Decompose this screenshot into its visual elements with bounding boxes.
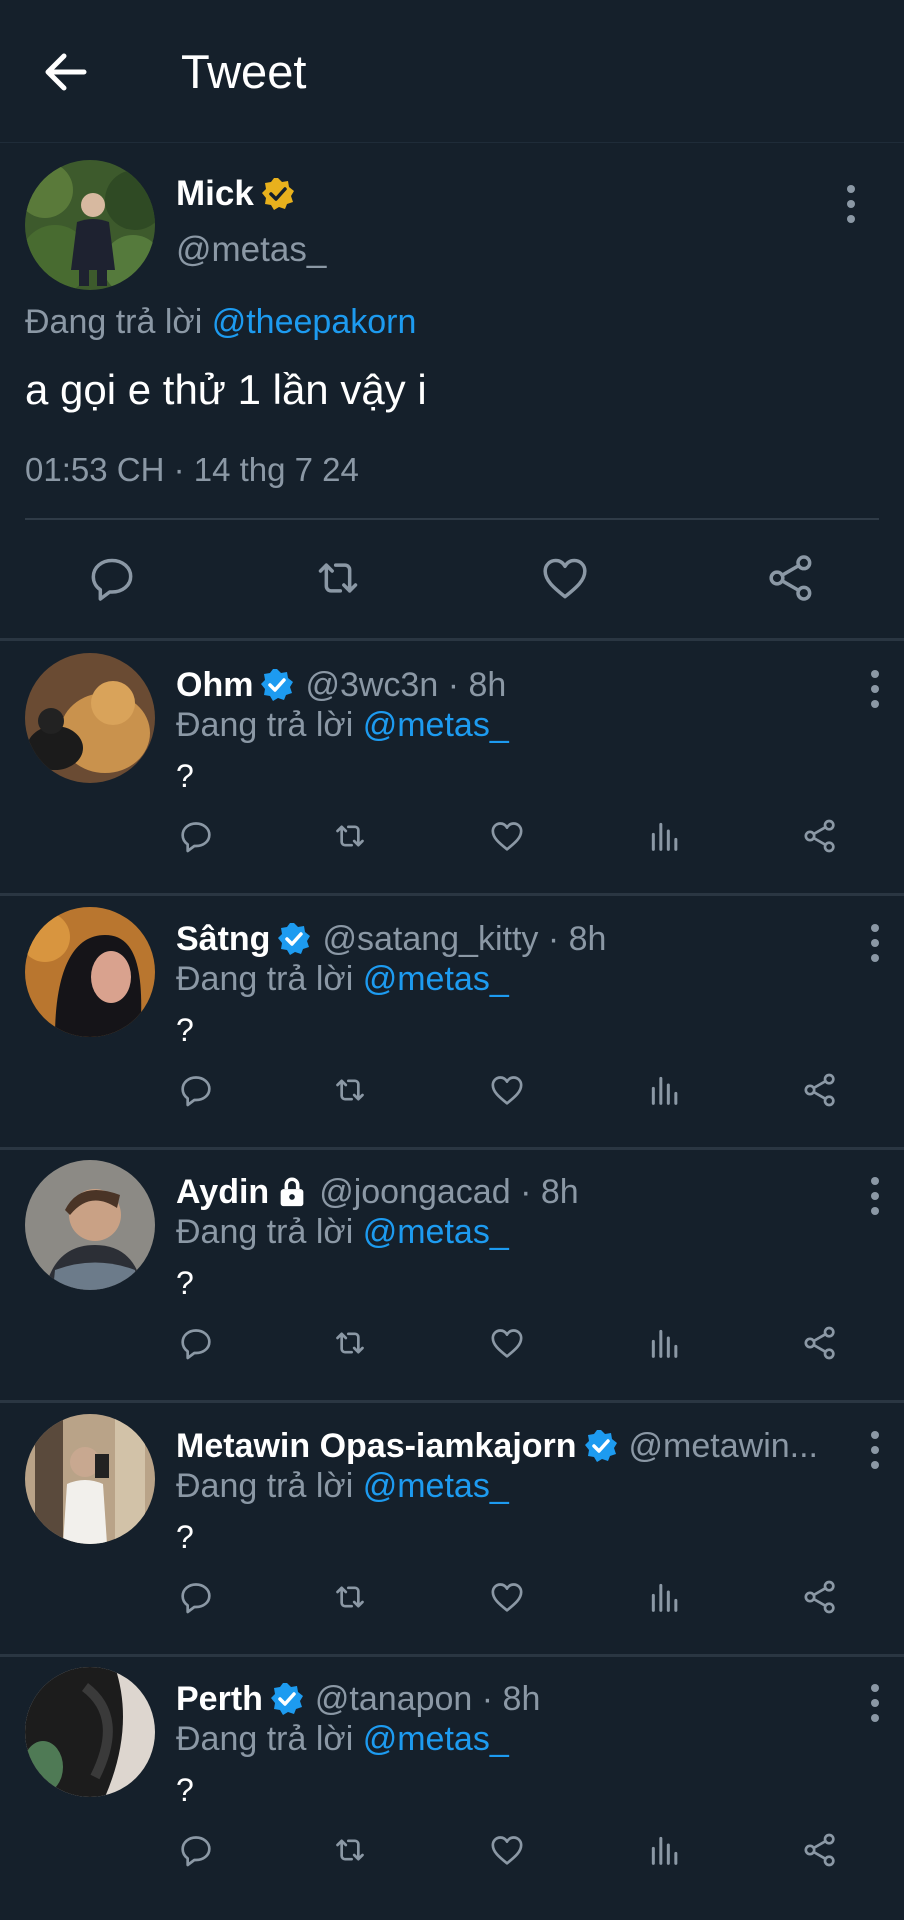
replying-to-line: Đang trả lời @metas_	[176, 1464, 509, 1508]
blue-verified-badge-icon	[259, 667, 295, 703]
like-heart-icon[interactable]	[487, 816, 527, 856]
handle-and-time: @3wc3n · 8h	[305, 666, 507, 704]
blue-verified-badge-icon	[276, 921, 312, 957]
reply-tweet[interactable]: Ohm @3wc3n · 8h Đang trả lời @metas_ ?	[0, 641, 904, 894]
reply-header: Aydin @joongacad · 8h	[176, 1170, 836, 1214]
back-arrow-icon[interactable]	[40, 42, 100, 102]
avatar[interactable]	[25, 160, 155, 290]
share-icon[interactable]	[800, 1577, 840, 1617]
top-app-bar: Tweet	[0, 0, 904, 143]
retweet-icon[interactable]	[330, 1070, 370, 1110]
more-options-icon[interactable]	[860, 1683, 890, 1723]
views-chart-icon[interactable]	[645, 1323, 685, 1363]
avatar[interactable]	[25, 1160, 155, 1290]
page-title: Tweet	[181, 45, 307, 98]
replying-to-line: Đang trả lời @metas_	[176, 703, 509, 747]
reply-tweet[interactable]: Perth @tanapon · 8h Đang trả lời @metas_…	[0, 1655, 904, 1908]
more-options-icon[interactable]	[860, 669, 890, 709]
tweet-timestamp[interactable]: 01:53 CH · 14 thg 7 24	[25, 448, 359, 492]
reply-text: ?	[176, 1265, 194, 1301]
retweet-icon[interactable]	[330, 1323, 370, 1363]
replying-to-line: Đang trả lời @metas_	[176, 1717, 509, 1761]
like-heart-icon[interactable]	[537, 550, 593, 606]
share-icon[interactable]	[800, 816, 840, 856]
reply-text: ?	[176, 1012, 194, 1048]
author-name[interactable]: Ohm	[176, 663, 253, 707]
replying-prefix: Đang trả lời	[176, 1467, 354, 1505]
reply-text: ?	[176, 1519, 194, 1555]
reply-icon[interactable]	[176, 1577, 216, 1617]
reply-header: Sâtng @satang_kitty · 8h	[176, 917, 836, 961]
like-heart-icon[interactable]	[487, 1070, 527, 1110]
replying-to-link[interactable]: @metas_	[363, 706, 509, 744]
like-heart-icon[interactable]	[487, 1323, 527, 1363]
replying-prefix: Đang trả lời	[176, 1213, 354, 1251]
views-chart-icon[interactable]	[645, 816, 685, 856]
replying-prefix: Đang trả lời	[176, 1720, 354, 1758]
replying-to-link[interactable]: @metas_	[363, 1213, 509, 1251]
reply-text: ?	[176, 758, 194, 794]
more-options-icon[interactable]	[860, 1430, 890, 1470]
reply-header: Metawin Opas-iamkajorn @metawin...	[176, 1424, 836, 1468]
avatar[interactable]	[25, 907, 155, 1037]
handle-and-time: @tanapon · 8h	[314, 1680, 541, 1718]
reply-icon[interactable]	[176, 816, 216, 856]
avatar[interactable]	[25, 653, 155, 783]
avatar[interactable]	[25, 1414, 155, 1544]
reply-icon[interactable]	[176, 1323, 216, 1363]
like-heart-icon[interactable]	[487, 1830, 527, 1870]
blue-verified-badge-icon	[583, 1428, 619, 1464]
reply-icon[interactable]	[176, 1830, 216, 1870]
replying-to-link[interactable]: @theepakorn	[212, 303, 417, 341]
author-name[interactable]: Aydin	[176, 1170, 269, 1214]
reply-header: Ohm @3wc3n · 8h	[176, 663, 836, 707]
replying-prefix: Đang trả lời	[25, 303, 203, 341]
reply-icon[interactable]	[84, 550, 140, 606]
reply-tweet[interactable]: Metawin Opas-iamkajorn @metawin... Đang …	[0, 1402, 904, 1655]
reply-tweet[interactable]: Aydin @joongacad · 8h Đang trả lời @meta…	[0, 1148, 904, 1401]
handle-and-time: @satang_kitty · 8h	[322, 920, 607, 958]
gold-verified-badge-icon	[260, 176, 296, 212]
replying-to-line: Đang trả lời @metas_	[176, 1210, 509, 1254]
handle-and-time: @joongacad · 8h	[319, 1173, 579, 1211]
replying-to-link[interactable]: @metas_	[363, 960, 509, 998]
share-icon[interactable]	[800, 1830, 840, 1870]
handle-and-time: @metawin...	[628, 1427, 819, 1465]
replying-prefix: Đang trả lời	[176, 960, 354, 998]
more-options-icon[interactable]	[836, 184, 866, 224]
share-icon[interactable]	[800, 1323, 840, 1363]
retweet-icon[interactable]	[310, 550, 366, 606]
reply-tweet[interactable]: Sâtng @satang_kitty · 8h Đang trả lời @m…	[0, 895, 904, 1148]
more-options-icon[interactable]	[860, 923, 890, 963]
author-row: Mick	[176, 172, 296, 216]
views-chart-icon[interactable]	[645, 1577, 685, 1617]
views-chart-icon[interactable]	[645, 1070, 685, 1110]
divider	[25, 518, 879, 520]
author-name[interactable]: Mick	[176, 172, 254, 216]
reply-icon[interactable]	[176, 1070, 216, 1110]
lock-icon	[275, 1175, 309, 1209]
retweet-icon[interactable]	[330, 1577, 370, 1617]
share-icon[interactable]	[763, 550, 819, 606]
reply-text: ?	[176, 1772, 194, 1808]
retweet-icon[interactable]	[330, 1830, 370, 1870]
blue-verified-badge-icon	[269, 1681, 305, 1717]
views-chart-icon[interactable]	[645, 1830, 685, 1870]
share-icon[interactable]	[800, 1070, 840, 1110]
author-name[interactable]: Sâtng	[176, 917, 270, 961]
author-name[interactable]: Metawin Opas-iamkajorn	[176, 1424, 577, 1468]
replying-to-link[interactable]: @metas_	[363, 1467, 509, 1505]
author-name[interactable]: Perth	[176, 1677, 263, 1721]
author-handle: @metas_	[176, 230, 327, 269]
like-heart-icon[interactable]	[487, 1577, 527, 1617]
tweet-text: a gọi e thử 1 lần vậy i	[25, 366, 427, 413]
replying-to-link[interactable]: @metas_	[363, 1720, 509, 1758]
replying-to-line: Đang trả lời @metas_	[176, 957, 509, 1001]
avatar[interactable]	[25, 1667, 155, 1797]
replying-prefix: Đang trả lời	[176, 706, 354, 744]
retweet-icon[interactable]	[330, 816, 370, 856]
more-options-icon[interactable]	[860, 1176, 890, 1216]
reply-header: Perth @tanapon · 8h	[176, 1677, 836, 1721]
replying-to-line: Đang trả lời @theepakorn	[25, 300, 416, 344]
